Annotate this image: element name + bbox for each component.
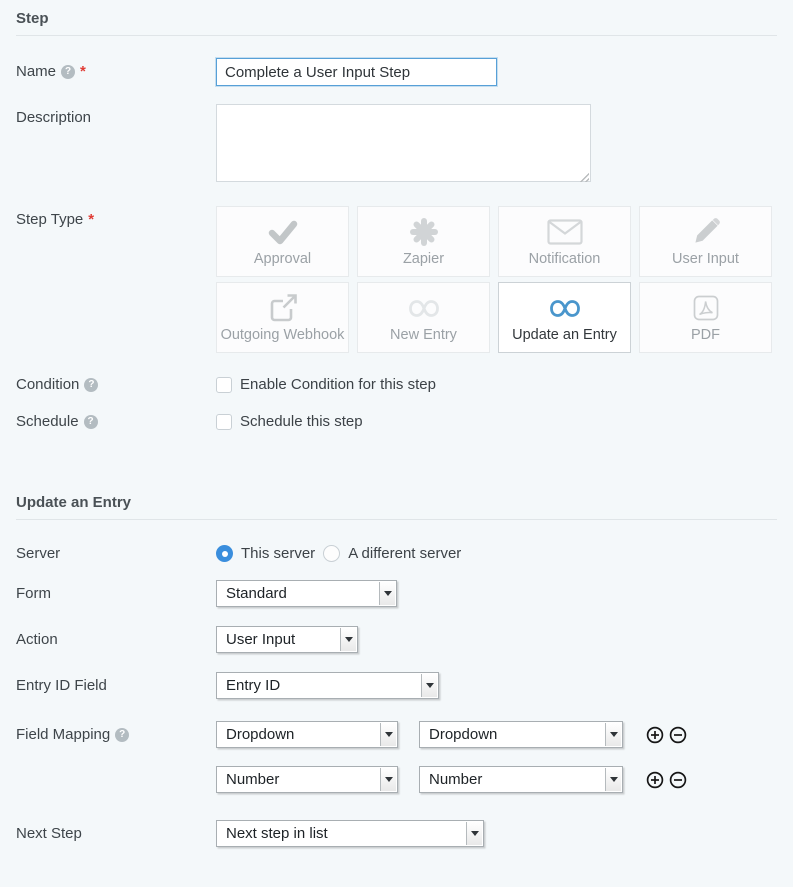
- server-row: Server This server A different server: [16, 544, 777, 562]
- help-icon[interactable]: ?: [84, 415, 98, 429]
- entry-id-field-row: Entry ID Field Entry ID: [16, 672, 777, 699]
- pdf-icon: [691, 283, 721, 327]
- help-icon[interactable]: ?: [115, 728, 129, 742]
- description-row: Description: [16, 104, 777, 186]
- radio-a-different-server[interactable]: [323, 545, 340, 562]
- step-type-option-new-entry[interactable]: New Entry: [357, 282, 490, 353]
- chevron-down-icon: [421, 674, 437, 697]
- mapping-row: Dropdown Dropdown: [216, 721, 687, 748]
- chevron-down-icon: [380, 768, 396, 791]
- chevron-down-icon: [340, 628, 356, 651]
- external-link-icon: [268, 283, 298, 327]
- entry-id-select[interactable]: Entry ID: [216, 672, 439, 699]
- form-row: Form Standard: [16, 580, 777, 607]
- step-type-grid: Approval Zapier Notifi: [216, 206, 772, 353]
- form-select[interactable]: Standard: [216, 580, 397, 607]
- mapping-target-select-1[interactable]: Number: [419, 766, 623, 793]
- server-label: Server: [16, 544, 216, 562]
- step-type-option-approval[interactable]: Approval: [216, 206, 349, 277]
- next-step-select[interactable]: Next step in list: [216, 820, 484, 847]
- step-type-option-user-input[interactable]: User Input: [639, 206, 772, 277]
- help-icon[interactable]: ?: [84, 378, 98, 392]
- mapping-row: Number Number: [216, 766, 687, 793]
- infinity-icon: [549, 283, 581, 327]
- step-type-row: Step Type * Approval Zapier: [16, 206, 777, 353]
- chevron-down-icon: [380, 723, 396, 746]
- form-label: Form: [16, 580, 216, 602]
- description-textarea[interactable]: [216, 104, 591, 182]
- name-row: Name ? *: [16, 58, 777, 86]
- condition-checkbox[interactable]: [216, 377, 232, 393]
- condition-label: Condition ?: [16, 375, 216, 393]
- action-select[interactable]: User Input: [216, 626, 358, 653]
- condition-checkbox-label[interactable]: Enable Condition for this step: [240, 376, 436, 393]
- mapping-source-select-0[interactable]: Dropdown: [216, 721, 398, 748]
- next-step-row: Next Step Next step in list: [16, 820, 777, 847]
- name-label: Name ? *: [16, 58, 216, 80]
- step-type-option-update-an-entry[interactable]: Update an Entry: [498, 282, 631, 353]
- mapping-source-select-1[interactable]: Number: [216, 766, 398, 793]
- update-section-title: Update an Entry: [16, 492, 777, 520]
- radio-this-server[interactable]: [216, 545, 233, 562]
- next-step-label: Next Step: [16, 820, 216, 842]
- infinity-icon: [408, 283, 440, 327]
- action-row: Action User Input: [16, 626, 777, 653]
- field-mapping-label: Field Mapping ?: [16, 721, 216, 743]
- entry-id-field-label: Entry ID Field: [16, 672, 216, 694]
- workflow-step-form: Step Name ? * Description Step Type *: [0, 0, 793, 847]
- chevron-down-icon: [466, 822, 482, 845]
- add-mapping-icon[interactable]: [646, 726, 664, 744]
- schedule-checkbox-label[interactable]: Schedule this step: [240, 413, 363, 430]
- step-type-option-outgoing-webhook[interactable]: Outgoing Webhook: [216, 282, 349, 353]
- field-mapping-row: Field Mapping ? Dropdown Dropdown: [16, 721, 777, 793]
- step-type-option-pdf[interactable]: PDF: [639, 282, 772, 353]
- check-icon: [268, 207, 298, 251]
- required-asterisk: *: [80, 63, 86, 80]
- step-type-option-notification[interactable]: Notification: [498, 206, 631, 277]
- chevron-down-icon: [379, 582, 395, 605]
- condition-row: Condition ? Enable Condition for this st…: [16, 375, 777, 393]
- chevron-down-icon: [605, 768, 621, 791]
- name-input[interactable]: [216, 58, 497, 86]
- envelope-icon: [547, 207, 583, 251]
- chevron-down-icon: [605, 723, 621, 746]
- remove-mapping-icon[interactable]: [669, 771, 687, 789]
- add-mapping-icon[interactable]: [646, 771, 664, 789]
- schedule-checkbox[interactable]: [216, 414, 232, 430]
- schedule-label: Schedule ?: [16, 412, 216, 430]
- mapping-target-select-0[interactable]: Dropdown: [419, 721, 623, 748]
- step-type-option-zapier[interactable]: Zapier: [357, 206, 490, 277]
- pencil-icon: [692, 207, 720, 251]
- zapier-asterisk-icon: [409, 207, 439, 251]
- radio-this-server-label[interactable]: This server: [241, 545, 315, 562]
- step-type-label: Step Type *: [16, 206, 216, 228]
- step-section-title: Step: [16, 8, 777, 36]
- schedule-row: Schedule ? Schedule this step: [16, 412, 777, 430]
- radio-a-different-server-label[interactable]: A different server: [348, 545, 461, 562]
- description-label: Description: [16, 104, 216, 126]
- remove-mapping-icon[interactable]: [669, 726, 687, 744]
- help-icon[interactable]: ?: [61, 65, 75, 79]
- required-asterisk: *: [88, 211, 94, 228]
- action-label: Action: [16, 626, 216, 648]
